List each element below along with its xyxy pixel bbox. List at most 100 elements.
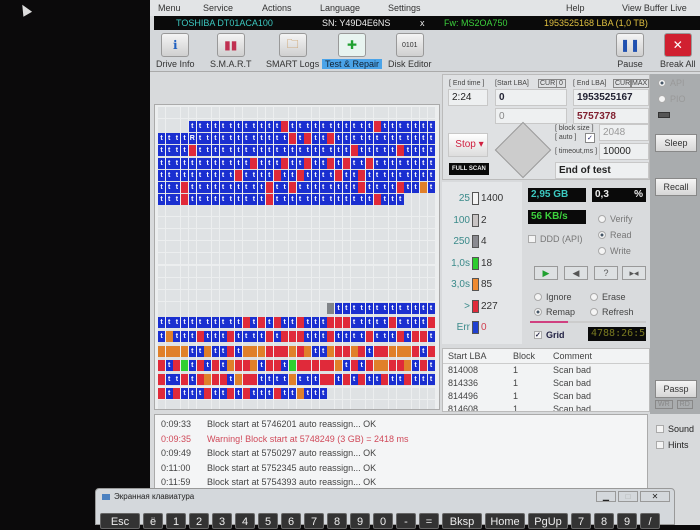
- timeout-select[interactable]: 10000: [599, 143, 649, 160]
- label: Erase: [602, 292, 626, 302]
- smart-button[interactable]: ▮▮ S.M.A.R.T: [210, 33, 252, 69]
- table-row[interactable]: 814008 1 Scan bad: [443, 364, 649, 377]
- close-button[interactable]: ✕: [640, 491, 670, 502]
- key[interactable]: 7: [571, 513, 591, 529]
- menu-settings[interactable]: Settings: [388, 3, 421, 13]
- key[interactable]: 9: [350, 513, 370, 529]
- table-row[interactable]: 814608 1 Scan bad: [443, 403, 649, 411]
- ignore-radio[interactable]: Ignore: [534, 292, 572, 302]
- grid-cell-empty: [365, 265, 373, 277]
- test-repair-button[interactable]: ✚ Test & Repair: [322, 33, 383, 69]
- grid-cell: [358, 169, 366, 181]
- grid-cell-empty: [327, 241, 335, 253]
- grid-cell: t: [319, 133, 327, 145]
- hints-checkbox[interactable]: Hints: [656, 440, 689, 450]
- menu-help[interactable]: Help: [566, 3, 585, 13]
- start-lba-field[interactable]: 0: [495, 89, 567, 106]
- menu-menu[interactable]: Menu: [158, 3, 181, 13]
- grid-cell: t: [373, 303, 381, 314]
- grid-cell: t: [211, 194, 219, 206]
- pio-radio[interactable]: PIO: [658, 94, 686, 104]
- block-size-select[interactable]: 2048: [599, 124, 649, 141]
- end-lba-field[interactable]: 1953525167: [573, 89, 649, 106]
- end-time-field[interactable]: 2:24: [448, 89, 488, 106]
- direction-pad[interactable]: [494, 121, 552, 179]
- grid-cell: [227, 388, 235, 400]
- key[interactable]: 4: [235, 513, 255, 529]
- key[interactable]: 9: [617, 513, 637, 529]
- key[interactable]: PgUp: [528, 513, 568, 529]
- key[interactable]: 0: [373, 513, 393, 529]
- ddd-api-checkbox[interactable]: DDD (API): [528, 234, 583, 244]
- stop-button[interactable]: Stop ▾: [448, 133, 488, 157]
- key[interactable]: 8: [327, 513, 347, 529]
- table-row[interactable]: 814336 1 Scan bad: [443, 377, 649, 390]
- grid-cell: t: [288, 388, 296, 400]
- key[interactable]: ё: [143, 513, 163, 529]
- key[interactable]: Esc: [100, 513, 140, 529]
- reverse-button[interactable]: ◀: [564, 266, 588, 280]
- key[interactable]: 3: [212, 513, 232, 529]
- key[interactable]: 6: [281, 513, 301, 529]
- refresh-radio[interactable]: Refresh: [590, 307, 634, 317]
- grid-cell-empty: [396, 216, 404, 228]
- key[interactable]: 1: [166, 513, 186, 529]
- grid-cell: t: [165, 145, 173, 157]
- close-drive-button[interactable]: x: [420, 18, 425, 28]
- key[interactable]: 8: [594, 513, 614, 529]
- auto-checkbox[interactable]: ✓: [585, 133, 595, 143]
- grid-cell: t: [419, 121, 427, 132]
- grid-cell-empty: [181, 204, 189, 216]
- verify-radio[interactable]: Verify: [598, 214, 633, 224]
- start-zero-button[interactable]: 0: [556, 79, 566, 88]
- grid-cell: t: [258, 121, 266, 132]
- keyboard-title: Экранная клавиатура: [114, 492, 195, 501]
- grid-cell-empty: [219, 216, 227, 228]
- menu-view-buffer-live[interactable]: View Buffer Live: [622, 3, 687, 13]
- read-radio[interactable]: Read: [598, 230, 632, 240]
- grid-cell: t: [427, 303, 435, 314]
- table-row[interactable]: 814496 1 Scan bad: [443, 390, 649, 403]
- end-max-button[interactable]: MAX: [630, 79, 650, 88]
- drive-info-button[interactable]: ℹ Drive Info: [156, 33, 195, 69]
- recall-button[interactable]: Recall: [655, 178, 697, 196]
- maximize-button[interactable]: □: [618, 491, 638, 502]
- remap-radio[interactable]: Remap: [534, 307, 575, 317]
- key[interactable]: Home: [485, 513, 525, 529]
- key[interactable]: 7: [304, 513, 324, 529]
- butterfly-button[interactable]: ▸◂: [622, 266, 646, 280]
- erase-radio[interactable]: Erase: [590, 292, 626, 302]
- grid-checkbox[interactable]: ✓ Grid: [534, 330, 565, 340]
- log-message: Block start at 5750297 auto reassign... …: [207, 448, 377, 458]
- log-entry: 0:11:59 Block start at 5754393 auto reass…: [161, 477, 376, 487]
- start-cur-button[interactable]: CUR: [538, 79, 558, 88]
- disk-editor-button[interactable]: 0101 Disk Editor: [388, 33, 432, 69]
- key[interactable]: 5: [258, 513, 278, 529]
- full-scan-button[interactable]: FULL SCAN: [449, 163, 489, 175]
- api-radio[interactable]: API: [658, 78, 685, 88]
- break-all-button[interactable]: ✕ Break All: [660, 33, 696, 69]
- grid-cell: [350, 345, 358, 357]
- grid-cell-empty: [381, 290, 389, 301]
- key[interactable]: 2: [189, 513, 209, 529]
- passp-button[interactable]: Passp: [655, 380, 697, 398]
- menu-language[interactable]: Language: [320, 3, 360, 13]
- key[interactable]: /: [640, 513, 660, 529]
- random-seek-button[interactable]: ?: [594, 266, 618, 280]
- grid-cell-empty: [219, 277, 227, 289]
- pause-button[interactable]: ❚❚ Pause: [616, 33, 644, 69]
- play-button[interactable]: ▶: [534, 266, 558, 280]
- write-radio[interactable]: Write: [598, 246, 631, 256]
- key[interactable]: =: [419, 513, 439, 529]
- grid-cell: t: [312, 133, 319, 145]
- key[interactable]: -: [396, 513, 416, 529]
- sleep-button[interactable]: Sleep: [655, 134, 697, 152]
- minimize-button[interactable]: ▁: [596, 491, 616, 502]
- key[interactable]: Bksp: [442, 513, 482, 529]
- menu-service[interactable]: Service: [203, 3, 233, 13]
- end-action-select[interactable]: End of test: [555, 162, 649, 179]
- menu-actions[interactable]: Actions: [262, 3, 292, 13]
- smart-logs-button[interactable]: 🗀 SMART Logs: [266, 33, 319, 69]
- grid-cell: t: [296, 194, 304, 206]
- sound-checkbox[interactable]: Sound: [656, 424, 694, 434]
